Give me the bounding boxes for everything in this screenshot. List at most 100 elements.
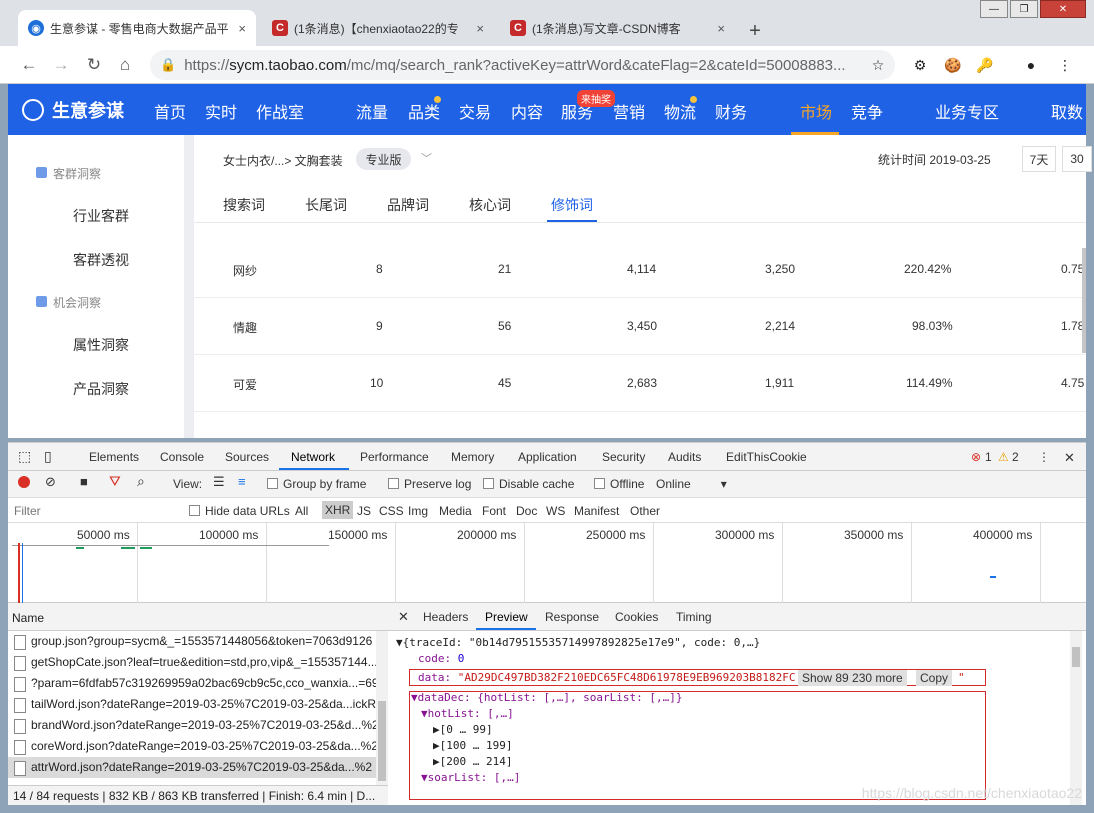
scrollbar-thumb[interactable]	[1072, 647, 1080, 667]
scrollbar-thumb[interactable]	[378, 701, 386, 781]
large-rows-icon[interactable]: ☰	[213, 474, 225, 490]
address-bar[interactable]: 🔒 https://sycm.taobao.com/mc/mq/search_r…	[150, 50, 895, 80]
list-item[interactable]: tailWord.json?dateRange=2019-03-25%7C201…	[8, 694, 380, 715]
tab-search-words[interactable]: 搜索词	[223, 195, 265, 215]
home-icon[interactable]: ⌂	[114, 54, 136, 76]
tab-close-icon[interactable]: ×	[238, 21, 246, 36]
json-range[interactable]: ▶[200 … 214]	[433, 755, 512, 768]
menu-competition[interactable]: 竞争	[851, 99, 883, 123]
reload-icon[interactable]: ↻	[83, 54, 105, 76]
sidebar-item-industry-customers[interactable]: 行业客群	[73, 206, 129, 226]
json-range[interactable]: ▶[0 … 99]	[433, 723, 493, 736]
menu-realtime[interactable]: 实时	[205, 99, 237, 123]
json-range[interactable]: ▶[100 … 199]	[433, 739, 512, 752]
table-row[interactable]: 网纱 8 21 4,114 3,250 220.42% 0.75	[194, 241, 1086, 298]
name-column-header[interactable]: Name	[8, 603, 388, 631]
json-soarlist[interactable]: ▼soarList: [,…]	[421, 771, 520, 784]
breadcrumb[interactable]: 女士内衣/...> 文胸套装	[223, 152, 343, 169]
menu-warroom[interactable]: 作战室	[256, 99, 304, 123]
menu-trade[interactable]: 交易	[459, 99, 491, 123]
table-row[interactable]: 情趣 9 56 3,450 2,214 98.03% 1.78	[194, 298, 1086, 355]
devtools-menu-icon[interactable]: ⋮	[1038, 450, 1050, 464]
filter-input[interactable]	[10, 501, 175, 520]
table-scrollbar[interactable]	[1082, 248, 1086, 353]
chevron-down-icon[interactable]: ﹀	[421, 150, 432, 166]
filter-xhr[interactable]: XHR	[322, 501, 354, 519]
tab-cookies[interactable]: Cookies	[615, 610, 658, 624]
tab-console[interactable]: Console	[160, 450, 204, 464]
filter-manifest[interactable]: Manifest	[574, 504, 619, 518]
table-row[interactable]: 可爱 10 45 2,683 1,911 114.49% 4.75	[194, 355, 1086, 412]
tab-longtail-words[interactable]: 长尾词	[305, 195, 347, 215]
site-logo[interactable]: 生意参谋	[22, 97, 124, 123]
tab-application[interactable]: Application	[518, 450, 577, 464]
menu-market[interactable]: 市场	[800, 99, 832, 123]
waterfall-icon[interactable]: ≡	[238, 474, 246, 489]
tab-performance[interactable]: Performance	[360, 450, 429, 464]
tab-network[interactable]: Network	[291, 450, 335, 464]
menu-traffic[interactable]: 流量	[356, 99, 388, 123]
sidebar-item-product-insight[interactable]: 产品洞察	[73, 379, 129, 399]
tab-memory[interactable]: Memory	[451, 450, 494, 464]
tab-audits[interactable]: Audits	[668, 450, 701, 464]
list-item[interactable]: getShopCate.json?leaf=true&edition=std,p…	[8, 652, 380, 673]
request-list-scrollbar[interactable]	[376, 631, 388, 785]
preview-scrollbar[interactable]	[1070, 631, 1082, 805]
warning-count[interactable]: 2	[1012, 450, 1019, 464]
copy-button[interactable]: Copy	[916, 670, 953, 686]
tab-close-icon[interactable]: ×	[476, 21, 484, 36]
menu-business-zone[interactable]: 业务专区	[935, 99, 999, 123]
tab-security[interactable]: Security	[602, 450, 645, 464]
tab-elements[interactable]: Elements	[89, 450, 139, 464]
json-root[interactable]: ▼{traceId: "0b14d79515535714997892825e17…	[396, 636, 760, 649]
browser-menu-icon[interactable]: ⋮	[1055, 55, 1075, 75]
filter-img[interactable]: Img	[408, 504, 428, 518]
minimize-button[interactable]: —	[980, 0, 1008, 18]
disable-cache-checkbox[interactable]: Disable cache	[483, 477, 574, 491]
device-toolbar-icon[interactable]: ▯	[44, 448, 52, 465]
filter-media[interactable]: Media	[439, 504, 472, 518]
filter-css[interactable]: CSS	[379, 504, 404, 518]
list-item-selected[interactable]: attrWord.json?dateRange=2019-03-25%7C201…	[8, 757, 380, 778]
tab-modifier-words[interactable]: 修饰词	[551, 195, 593, 215]
tab-preview[interactable]: Preview	[485, 610, 528, 624]
browser-tab[interactable]: C (1条消息)【chenxiaotao22的专 ×	[262, 10, 494, 46]
sidebar-item-attribute-insight[interactable]: 属性洞察	[73, 335, 129, 355]
tab-sources[interactable]: Sources	[225, 450, 269, 464]
cookie-extension-icon[interactable]: 🍪	[943, 55, 963, 75]
maximize-button[interactable]: ❐	[1010, 0, 1038, 18]
browser-tab-active[interactable]: ◉ 生意参谋 - 零售电商大数据产品平 ×	[18, 10, 256, 46]
tab-editthiscookie[interactable]: EditThisCookie	[726, 450, 807, 464]
filter-all[interactable]: All	[295, 504, 308, 518]
error-count[interactable]: 1	[985, 450, 992, 464]
preserve-log-checkbox[interactable]: Preserve log	[388, 477, 471, 491]
json-hotlist[interactable]: ▼hotList: [,…]	[421, 707, 514, 720]
sidebar-item-customer-insight[interactable]: 客群透视	[73, 250, 129, 270]
filter-doc[interactable]: Doc	[516, 504, 537, 518]
date-30-days-button[interactable]: 30	[1062, 146, 1092, 172]
tab-close-icon[interactable]: ×	[717, 21, 725, 36]
json-datadec[interactable]: ▼dataDec: {hotList: [,…], soarList: [,…]…	[411, 691, 683, 704]
offline-checkbox[interactable]: Offline	[594, 477, 644, 491]
close-details-icon[interactable]: ✕	[398, 609, 409, 625]
tab-headers[interactable]: Headers	[423, 610, 468, 624]
show-more-button[interactable]: Show 89 230 more	[798, 670, 907, 686]
filter-icon[interactable]: ⛛	[109, 473, 121, 490]
edition-badge[interactable]: 专业版	[356, 148, 411, 170]
clear-icon[interactable]: ⊘	[45, 474, 56, 490]
list-item[interactable]: group.json?group=sycm&_=1553571448056&to…	[8, 631, 380, 652]
promo-badge[interactable]: 来抽奖	[577, 90, 615, 107]
list-item[interactable]: brandWord.json?dateRange=2019-03-25%7C20…	[8, 715, 380, 736]
filter-ws[interactable]: WS	[546, 504, 565, 518]
timeline-overview-range[interactable]	[12, 545, 329, 546]
menu-data-fetch[interactable]: 取数	[1051, 99, 1083, 123]
filter-other[interactable]: Other	[630, 504, 660, 518]
throttling-select[interactable]: Online ▾	[656, 477, 727, 491]
new-tab-button[interactable]: +	[742, 18, 768, 44]
bookmark-star-icon[interactable]: ☆	[868, 55, 888, 75]
tab-core-words[interactable]: 核心词	[469, 195, 511, 215]
key-extension-icon[interactable]: 🔑	[975, 55, 995, 75]
back-arrow-icon[interactable]: ←	[18, 54, 40, 76]
menu-content[interactable]: 内容	[511, 99, 543, 123]
filter-font[interactable]: Font	[482, 504, 506, 518]
